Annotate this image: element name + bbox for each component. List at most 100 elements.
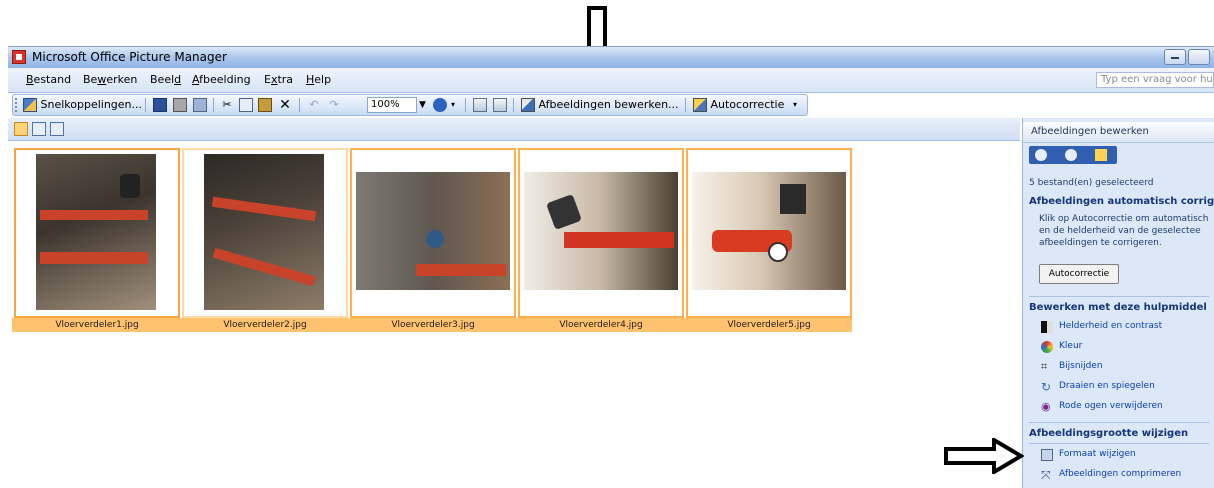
autocorrect-button[interactable]: Autocorrectie [693,98,784,112]
thumbnail-caption: Vloerverdeler4.jpg [559,320,643,330]
menu-help[interactable]: Help [306,73,331,86]
undo-icon: ↶ [309,98,319,111]
view-strip [8,118,1020,141]
title-bar: Microsoft Office Picture Manager [8,46,1214,69]
tool-rotate-flip[interactable]: Draaien en spiegelen [1059,381,1155,391]
autocorrect-icon [693,98,707,112]
annotation-right-arrow [944,438,1024,474]
back-icon[interactable] [1035,149,1047,161]
thumbnail-5[interactable] [686,148,852,318]
redo-button[interactable]: ↷ [327,98,341,112]
minimize-button[interactable] [1164,49,1186,65]
thumbnail-1[interactable] [14,148,180,318]
rotate-icon: ↻ [1041,380,1052,394]
menu-afbeelding[interactable]: Afbeelding [192,73,251,86]
menu-bar: Bestand Bewerken Beeld Afbeelding Extra … [8,68,1214,93]
thumbnail-3[interactable] [350,148,516,318]
paste-icon [258,98,272,112]
section-title-autocorrect: Afbeeldingen automatisch corrig [1029,196,1214,207]
autocorrect-description: afbeeldingen te corrigeren. [1039,238,1162,248]
thumbnail-caption: Vloerverdeler5.jpg [727,320,811,330]
autocorrect-description: en de helderheid van de geselectee [1039,226,1201,236]
delete-icon: ✕ [279,97,291,113]
brightness-icon [1041,321,1053,333]
shortcuts-icon [23,98,37,112]
help-icon [433,98,447,112]
menu-bewerken[interactable]: Bewerken [83,73,137,86]
window-title: Microsoft Office Picture Manager [32,50,227,64]
divider [1029,443,1209,444]
task-pane-navigation [1029,146,1117,164]
app-icon [12,50,26,64]
home-icon[interactable] [1095,149,1107,161]
toolbar-overflow-chevron-icon[interactable]: ▾ [793,98,797,112]
paste-button[interactable] [258,98,272,112]
save-icon [153,98,167,112]
email-button[interactable] [193,98,207,112]
tool-brightness-contrast[interactable]: Helderheid en contrast [1059,321,1162,331]
thumbnail-photo [36,154,156,310]
divider [1029,422,1209,423]
thumbnail-caption: Vloerverdeler2.jpg [223,320,307,330]
thumbnail-photo [356,172,510,290]
edit-pictures-icon [521,98,535,112]
cut-icon: ✂ [222,98,232,111]
print-icon [173,98,187,112]
menu-bestand[interactable]: Bestand [26,73,71,86]
rotate-right-icon [493,98,507,112]
task-pane-title: Afbeeldingen bewerken [1031,126,1149,137]
tool-resize[interactable]: Formaat wijzigen [1059,449,1136,459]
help-search-input[interactable]: Typ een vraag voor hu [1096,72,1214,88]
standard-toolbar: Snelkoppelingen... ✂ ✕ ↶ ↷ 100% ▼ ▾ Afbe… [12,94,808,116]
copy-button[interactable] [239,98,253,112]
print-button[interactable] [173,98,187,112]
compress-icon: ⤧ [1041,468,1051,482]
rotate-right-button[interactable] [493,98,507,112]
toolbar-separator [299,98,300,112]
maximize-button[interactable] [1188,49,1210,65]
thumbnail-view-icon[interactable] [14,122,28,136]
copy-icon [239,98,253,112]
menu-beeld[interactable]: Beeld [150,73,181,86]
cut-button[interactable]: ✂ [220,98,234,112]
tool-red-eye[interactable]: Rode ogen verwijderen [1059,401,1163,411]
delete-button[interactable]: ✕ [278,98,292,112]
task-pane: Afbeeldingen bewerken 5 bestand(en) gese… [1022,118,1214,488]
color-icon [1041,341,1053,353]
tool-color[interactable]: Kleur [1059,341,1082,351]
resize-icon [1041,449,1053,461]
tool-compress[interactable]: Afbeeldingen comprimeren [1059,469,1181,479]
red-eye-icon: ◉ [1041,400,1051,413]
toolbar-grip[interactable] [15,98,20,112]
shortcuts-button[interactable]: Snelkoppelingen... [23,98,142,112]
undo-button[interactable]: ↶ [307,98,321,112]
toolbar-separator [465,98,466,112]
tool-crop[interactable]: Bijsnijden [1059,361,1103,371]
single-picture-view-icon[interactable] [50,122,64,136]
toolbar-separator [213,98,214,112]
zoom-dropdown-chevron-icon[interactable]: ▼ [419,98,426,112]
toolbar-separator [145,98,146,112]
help-button[interactable] [433,98,447,112]
autocorrect-pane-button[interactable]: Autocorrectie [1039,264,1119,284]
edit-pictures-button[interactable]: Afbeeldingen bewerken... [521,98,679,112]
toolbar-separator [513,98,514,112]
redo-icon: ↷ [329,98,339,111]
zoom-select[interactable]: 100% [367,97,417,113]
toolbar-separator [685,98,686,112]
divider [1029,296,1209,297]
toolbar-options-chevron-icon[interactable]: ▾ [451,98,455,112]
thumbnail-4[interactable] [518,148,684,318]
task-pane-header: Afbeeldingen bewerken [1023,122,1214,143]
section-title-tools: Bewerken met deze hulpmiddel [1029,302,1207,313]
filmstrip-view-icon[interactable] [32,122,46,136]
thumbnail-2[interactable] [182,148,348,318]
forward-icon[interactable] [1065,149,1077,161]
menu-extra[interactable]: Extra [264,73,293,86]
thumbnail-caption: Vloerverdeler3.jpg [391,320,475,330]
rotate-left-button[interactable] [473,98,487,112]
crop-icon: ⌗ [1041,360,1048,373]
thumbnail-photo [204,154,324,310]
save-button[interactable] [153,98,167,112]
section-title-size: Afbeeldingsgrootte wijzigen [1029,428,1189,439]
